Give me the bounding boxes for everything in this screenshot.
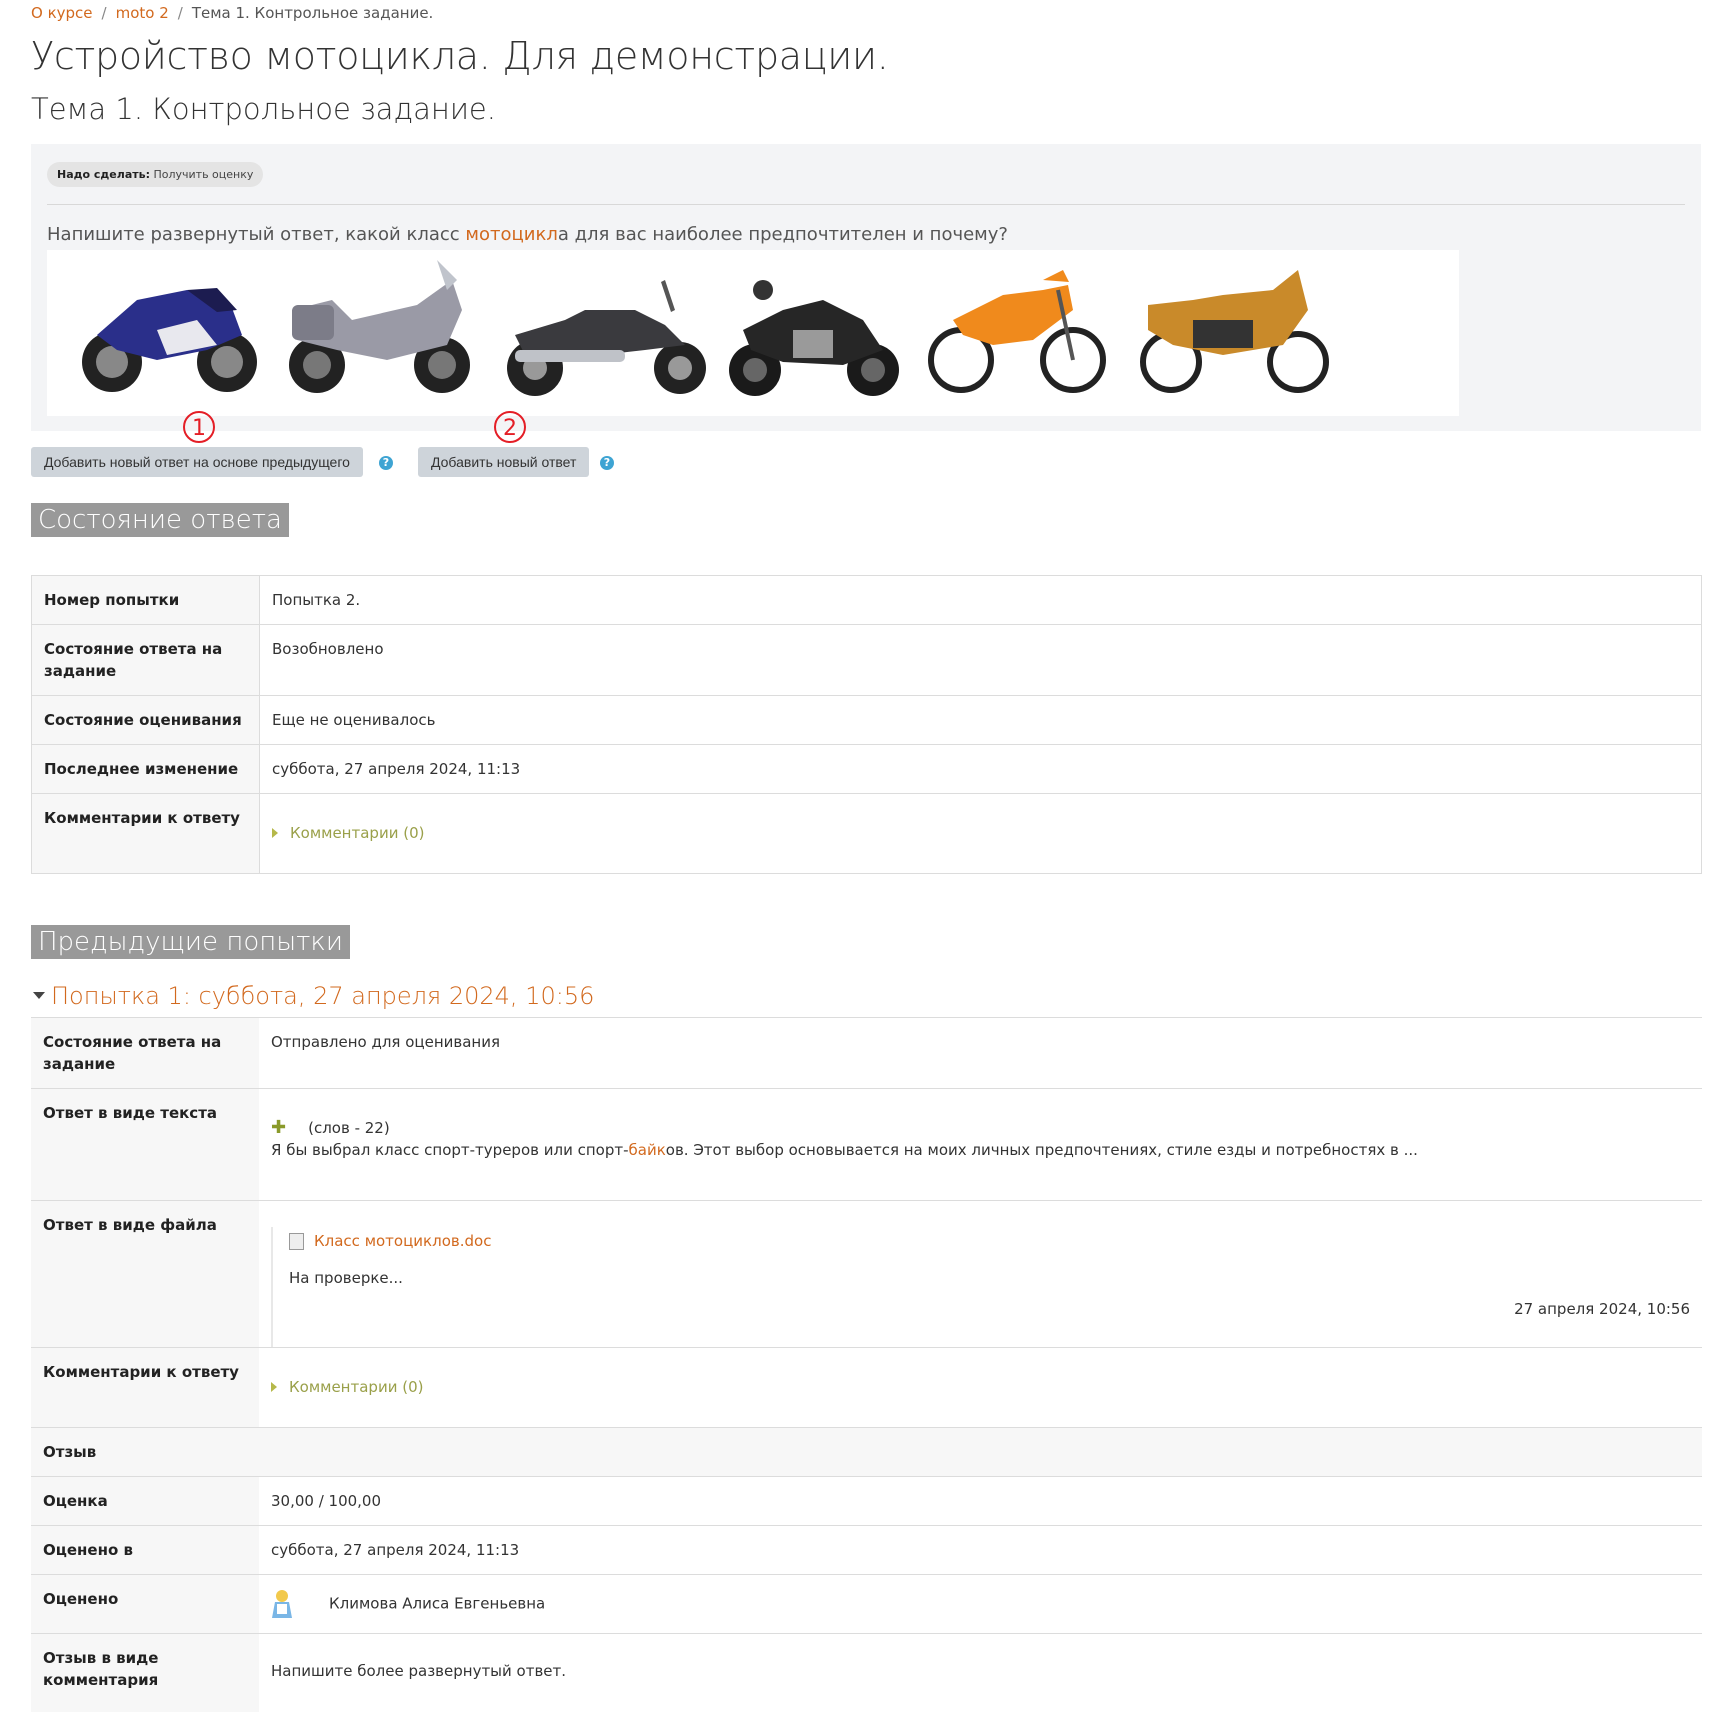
file-date: 27 апреля 2024, 10:56 [1514, 1300, 1690, 1318]
previous-attempt-table: Состояние ответа на задание Отправлено дл… [31, 1017, 1702, 1712]
expand-triangle-icon [272, 828, 278, 838]
help-icon[interactable]: ? [600, 456, 614, 470]
row-value: ✚ (слов - 22) Я бы выбрал класс спорт-тур… [259, 1088, 1702, 1201]
row-label: Ответ в виде текста [31, 1088, 259, 1201]
previous-attempts-heading: Предыдущие попытки [31, 925, 350, 959]
row-label: Состояние ответа на задание [31, 624, 260, 696]
row-value: Напишите более развернутый ответ. [259, 1633, 1702, 1712]
text-preview: Я бы выбрал класс спорт-туреров или спор… [271, 1141, 1418, 1159]
word-count: (слов - 22) [308, 1119, 390, 1137]
attempt-1-title: Попытка 1: суббота, 27 апреля 2024, 10:5… [51, 982, 595, 1010]
cruiser-image [507, 280, 706, 396]
table-row: Состояние ответа на задание Отправлено дл… [31, 1017, 1702, 1089]
row-label: Оценено [31, 1574, 259, 1634]
divider [47, 204, 1685, 205]
table-row: Отзыв в виде комментария Напишите более р… [31, 1633, 1702, 1712]
breadcrumb-separator: / [177, 4, 183, 22]
table-row: Ответ в виде файла Класс мотоциклов.doc … [31, 1200, 1702, 1348]
attempt-1-toggle[interactable]: Попытка 1: суббота, 27 апреля 2024, 10:5… [33, 982, 594, 1010]
glossary-link-motorcycle[interactable]: мотоцикл [465, 224, 557, 245]
annotation-marker-2: 2 [494, 411, 526, 443]
table-row: Оценка 30,00 / 100,00 [31, 1476, 1702, 1526]
row-value [259, 1427, 1702, 1477]
user-avatar-icon[interactable] [271, 1588, 293, 1620]
row-label: Состояние оценивания [31, 695, 260, 745]
row-label: Состояние ответа на задание [31, 1017, 259, 1089]
expand-triangle-icon [271, 1382, 277, 1392]
table-row: Ответ в виде текста ✚ (слов - 22) Я бы вы… [31, 1088, 1702, 1201]
row-label: Ответ в виде файла [31, 1200, 259, 1348]
breadcrumb-course-link[interactable]: О курсе [31, 4, 93, 22]
page-content: О курсе / moto 2 / Тема 1. Контрольное задан… [31, 0, 1702, 1712]
breadcrumb-separator: / [101, 4, 107, 22]
comments-link[interactable]: Комментарии (0) [290, 824, 424, 842]
file-link[interactable]: Класс мотоциклов.doc [314, 1232, 491, 1250]
file-status: На проверке... [289, 1269, 403, 1287]
table-row: Оценено в суббота, 27 апреля 2024, 11:13 [31, 1525, 1702, 1575]
row-label: Комментарии к ответу [31, 1347, 259, 1428]
annotation-marker-1: 1 [183, 411, 215, 443]
row-value: Попытка 2. [259, 575, 1702, 625]
row-label: Номер попытки [31, 575, 260, 625]
naked-bike-image [729, 280, 899, 396]
row-label: Отзыв в виде комментария [31, 1633, 259, 1712]
row-label: Комментарии к ответу [31, 793, 260, 874]
breadcrumb-section-link[interactable]: moto 2 [116, 4, 169, 22]
row-label: Оценено в [31, 1525, 259, 1575]
help-icon[interactable]: ? [379, 456, 393, 470]
row-label: Последнее изменение [31, 744, 260, 794]
todo-label: Надо сделать: [57, 168, 150, 181]
sportbike-image [82, 288, 257, 392]
table-row: Состояние ответа на задание Возобновлено [31, 624, 1702, 696]
collapse-triangle-icon [33, 991, 45, 999]
row-value: Комментарии (0) [259, 793, 1702, 874]
row-label: Отзыв [31, 1427, 259, 1477]
row-label: Оценка [31, 1476, 259, 1526]
document-icon [289, 1233, 304, 1250]
submission-status-heading: Состояние ответа [31, 503, 289, 537]
sport-tourer-image [289, 260, 470, 393]
row-value: 30,00 / 100,00 [259, 1476, 1702, 1526]
question-text: Напишите развернутый ответ, какой класс … [47, 224, 1008, 245]
row-value: суббота, 27 апреля 2024, 11:13 [259, 744, 1702, 794]
row-value: Отправлено для оценивания [259, 1017, 1702, 1089]
motorcycle-classes-image [47, 250, 1459, 416]
breadcrumb: О курсе / moto 2 / Тема 1. Контрольное задан… [31, 0, 1701, 24]
assignment-intro-box: Надо сделать: Получить оценку Напишите р… [31, 144, 1701, 431]
table-row: Последнее изменение суббота, 27 апреля 20… [31, 744, 1702, 794]
table-row: Состояние оценивания Еще не оценивалось [31, 695, 1702, 745]
submission-status-table: Номер попытки Попытка 2. Состояние ответа… [31, 575, 1702, 874]
row-value: Возобновлено [259, 624, 1702, 696]
course-title: Устройство мотоцикла. Для демонстрации. [31, 34, 889, 78]
enduro-image [928, 270, 1106, 393]
table-row: Комментарии к ответу Комментарии (0) [31, 1347, 1702, 1428]
comments-link[interactable]: Комментарии (0) [289, 1378, 423, 1396]
row-value: Класс мотоциклов.doc На проверке... 27 а… [259, 1200, 1702, 1348]
grader-name: Климова Алиса Евгеньевна [329, 1594, 546, 1613]
todo-value: Получить оценку [153, 168, 254, 181]
row-value: суббота, 27 апреля 2024, 11:13 [259, 1525, 1702, 1575]
table-row: Оценено Климова Алиса Евгеньевна [31, 1574, 1702, 1634]
row-value: Климова Алиса Евгеньевна [259, 1574, 1702, 1634]
glossary-link-bike[interactable]: байк [629, 1141, 666, 1159]
table-row: Комментарии к ответу Комментарии (0) [31, 793, 1702, 874]
adventure-bike-image [1140, 270, 1329, 393]
assignment-title: Тема 1. Контрольное задание. [31, 92, 496, 126]
add-new-attempt-button[interactable]: Добавить новый ответ [418, 447, 590, 477]
breadcrumb-current: Тема 1. Контрольное задание. [191, 4, 434, 22]
add-attempt-based-on-previous-button[interactable]: Добавить новый ответ на основе предыдуще… [31, 447, 363, 477]
todo-badge: Надо сделать: Получить оценку [47, 162, 264, 187]
plus-icon[interactable]: ✚ [271, 1117, 286, 1138]
row-value: Еще не оценивалось [259, 695, 1702, 745]
table-row: Номер попытки Попытка 2. [31, 575, 1702, 625]
row-value: Комментарии (0) [259, 1347, 1702, 1428]
table-row: Отзыв [31, 1427, 1702, 1477]
